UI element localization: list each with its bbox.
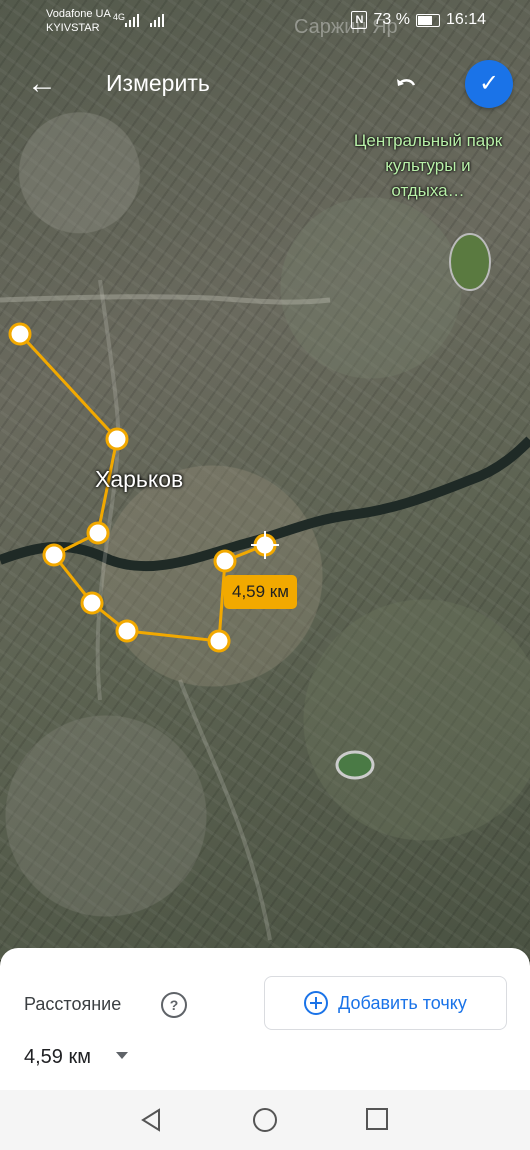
carrier-2: KYIVSTAR	[46, 22, 100, 34]
add-point-label: Добавить точку	[338, 992, 467, 1013]
page-title: Измерить	[106, 70, 210, 96]
top-bar: ← Измерить ✓	[0, 56, 530, 112]
distance-value[interactable]: 4,59 км	[24, 1046, 91, 1069]
check-icon: ✓	[478, 70, 500, 97]
route-point[interactable]	[105, 427, 129, 451]
distance-label: Расстояние	[24, 994, 122, 1014]
route-point[interactable]	[80, 591, 104, 615]
chevron-down-icon[interactable]	[116, 1052, 128, 1059]
add-circle-icon	[304, 991, 329, 1015]
map-label-park[interactable]: Центральный парк культуры и отдыха…	[350, 128, 506, 203]
route-point[interactable]	[207, 629, 231, 653]
nav-back-icon[interactable]	[140, 1108, 162, 1132]
carrier-info: Vodafone UA KYIVSTAR	[46, 7, 111, 35]
map-label-city[interactable]: Харьков	[95, 466, 183, 493]
status-right: N 73 % 16:14	[351, 11, 486, 29]
road	[0, 294, 331, 305]
help-icon[interactable]: ?	[161, 992, 187, 1018]
network-type: 4G	[113, 12, 126, 22]
route-point[interactable]	[115, 619, 139, 643]
satellite-map[interactable]: Саржин Яр Центральный парк культуры и от…	[0, 0, 530, 960]
park-track	[449, 233, 491, 291]
status-bar: Vodafone UA KYIVSTAR 4G N 73 % 16:14	[0, 0, 530, 44]
back-arrow-icon[interactable]: ←	[24, 66, 60, 102]
signal-icon	[125, 14, 139, 27]
route-point[interactable]	[42, 543, 66, 567]
stadium	[335, 750, 375, 780]
battery-icon	[415, 13, 440, 27]
nfc-icon: N	[351, 11, 368, 29]
nav-recents-icon[interactable]	[366, 1108, 388, 1130]
route-point[interactable]	[8, 322, 32, 346]
nav-home-icon[interactable]	[253, 1108, 277, 1132]
undo-icon[interactable]	[388, 68, 424, 104]
carrier-1: Vodafone UA	[46, 8, 111, 20]
signal-icon	[150, 14, 164, 27]
road	[178, 679, 272, 941]
confirm-button[interactable]: ✓	[465, 60, 513, 108]
clock: 16:14	[445, 11, 486, 28]
distance-chip: 4,59 км	[224, 575, 297, 609]
route-point[interactable]	[213, 549, 237, 573]
battery-percent: 73 %	[373, 11, 410, 28]
route-point[interactable]	[86, 521, 110, 545]
add-point-button[interactable]: Добавить точку	[264, 976, 507, 1030]
system-nav-bar	[0, 1090, 530, 1150]
